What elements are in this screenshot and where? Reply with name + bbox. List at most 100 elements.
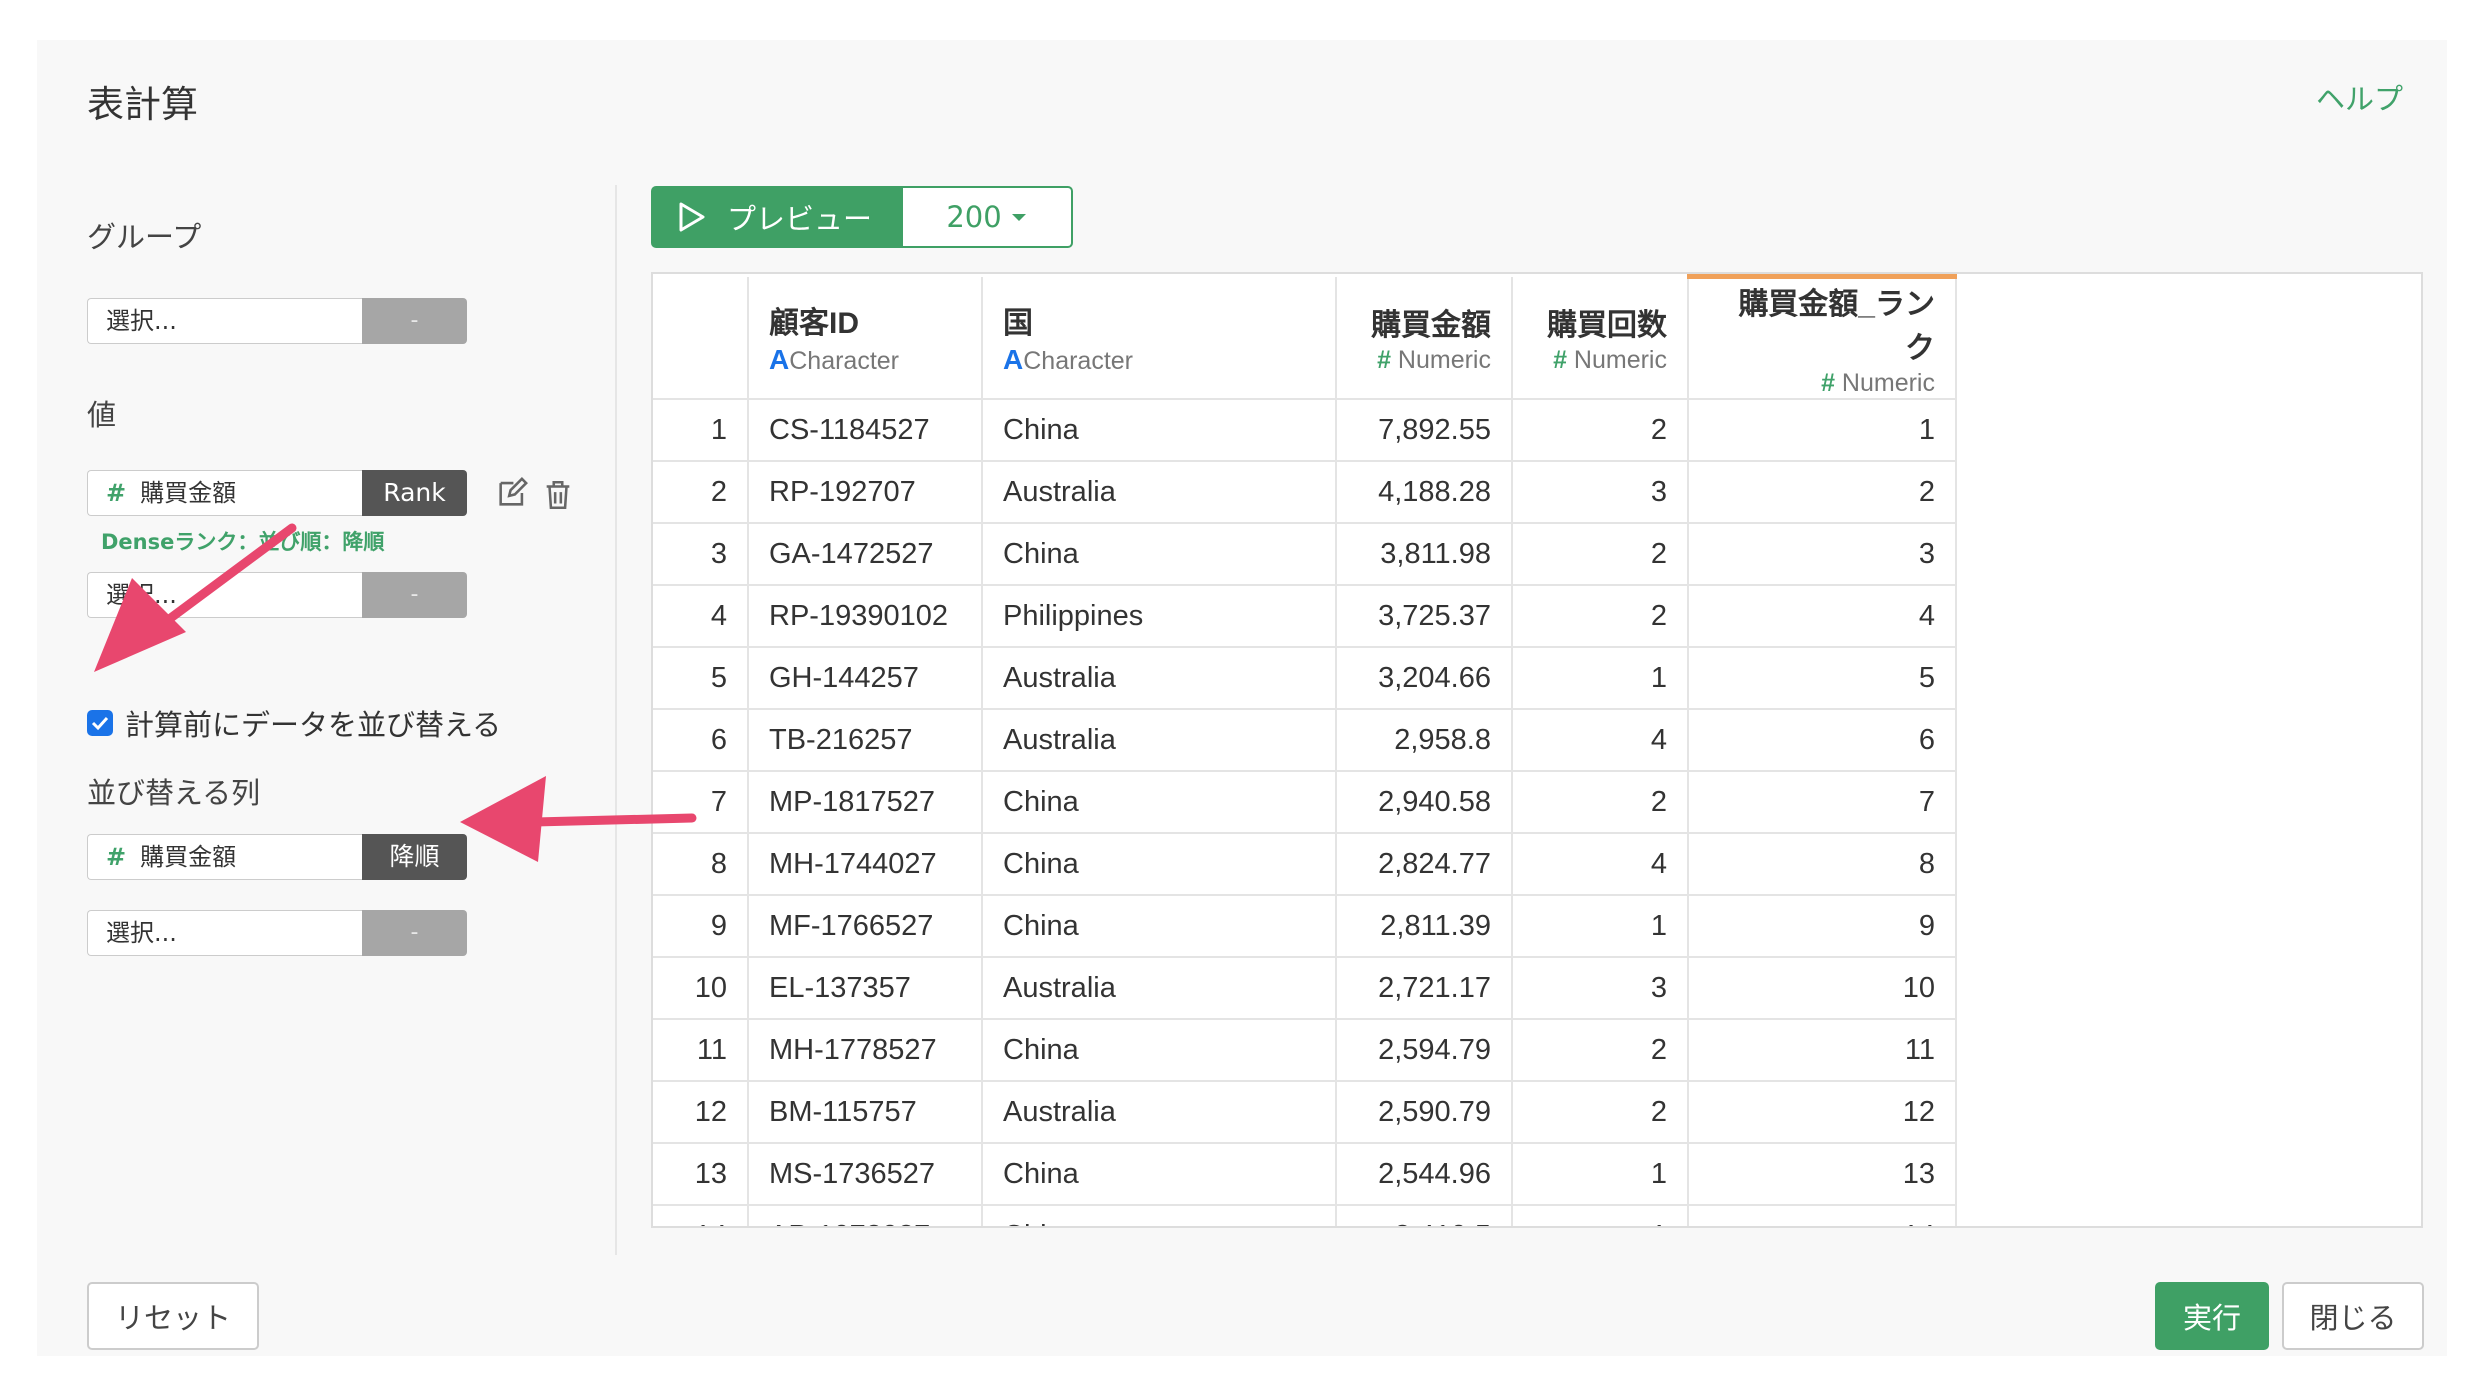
preview-limit-dropdown[interactable]: 200 [903, 186, 1073, 248]
play-icon [679, 202, 705, 232]
table-cell: 3,811.98 [1336, 523, 1513, 586]
table-cell: 7,892.55 [1336, 399, 1513, 462]
column-header-new[interactable]: 購買金額_ランク # Numeric [1688, 274, 1957, 400]
table-cell: Australia [982, 1081, 1337, 1144]
table-cell: 2,958.8 [1336, 709, 1513, 772]
row-number-cell: 12 [653, 1081, 749, 1144]
table-cell: 9 [1688, 895, 1957, 958]
table-cell: MH-1744027 [748, 833, 983, 896]
table-cell: 1 [1512, 647, 1689, 710]
table-cell: GH-144257 [748, 647, 983, 710]
sort-extra-select-button[interactable]: - [362, 910, 467, 956]
value-column-input[interactable]: # 購買金額 [87, 470, 381, 516]
table-cell: GA-1472527 [748, 523, 983, 586]
table-cell: China [982, 771, 1337, 834]
group-select-input[interactable]: 選択... [87, 298, 381, 344]
row-number-cell: 1 [653, 399, 749, 462]
table-cell: MH-1778527 [748, 1019, 983, 1082]
table-cell: 3 [1512, 461, 1689, 524]
value-extra-select-button[interactable]: - [362, 572, 467, 618]
table-cell: 2 [1512, 399, 1689, 462]
rank-setting-note: Denseランク：並び順：降順 [101, 530, 385, 554]
table-cell: 10 [1688, 957, 1957, 1020]
table-cell: China [982, 399, 1337, 462]
table-header-row: 顧客ID ACharacter 国 ACharacter 購買金額 # Nume… [653, 274, 1957, 400]
trash-icon[interactable] [541, 478, 575, 512]
value-function-button[interactable]: Rank [362, 470, 467, 516]
table-calculation-dialog: 表計算 ヘルプ グループ 選択... - 値 # 購買金額 Rank Denseラ… [37, 40, 2447, 1356]
table-row: 5 GH-144257 Australia 3,204.66 1 5 [653, 647, 1957, 710]
row-number-cell: 6 [653, 709, 749, 772]
table-cell: 2,590.79 [1336, 1081, 1513, 1144]
group-select-button[interactable]: - [362, 298, 467, 344]
preview-button[interactable]: プレビュー [651, 186, 903, 248]
table-row: 2 RP-192707 Australia 4,188.28 3 2 [653, 461, 1957, 524]
column-header[interactable]: 国 ACharacter [982, 276, 1337, 400]
table-row: 9 MF-1766527 China 2,811.39 1 9 [653, 895, 1957, 958]
column-header[interactable]: 購買回数 # Numeric [1512, 276, 1689, 400]
table-row: 7 MP-1817527 China 2,940.58 2 7 [653, 771, 1957, 834]
numeric-type-icon: # [1377, 345, 1391, 374]
table-row: 14AP-1072027China2,410.5114 [653, 1205, 1957, 1226]
column-name: 購買金額 [1371, 308, 1491, 342]
reset-button[interactable]: リセット [87, 1282, 259, 1350]
table-cell: 11 [1688, 1019, 1957, 1082]
table-cell: 4,188.28 [1336, 461, 1513, 524]
table-row: 8 MH-1744027 China 2,824.77 4 8 [653, 833, 1957, 896]
value-extra-select-input[interactable]: 選択... [87, 572, 381, 618]
table-cell: China [982, 523, 1337, 586]
table-cell: RP-19390102 [748, 585, 983, 648]
column-type: ACharacter [1003, 344, 1133, 376]
sort-extra-select-input[interactable]: 選択... [87, 910, 381, 956]
preview-table: 顧客ID ACharacter 国 ACharacter 購買金額 # Nume… [651, 272, 2423, 1228]
column-type: # Numeric [1821, 369, 1935, 397]
row-number-cell: 14 [653, 1205, 749, 1226]
table-cell: Australia [982, 709, 1337, 772]
edit-icon[interactable] [495, 476, 529, 510]
group-label: グループ [87, 220, 202, 254]
preview-label: プレビュー [727, 202, 873, 236]
table-cell: 2,940.58 [1336, 771, 1513, 834]
sort-before-calc-option[interactable]: 計算前にデータを並び替える [87, 702, 501, 744]
sort-column-input[interactable]: # 購買金額 [87, 834, 381, 880]
row-number-cell: 10 [653, 957, 749, 1020]
table-cell: Australia [982, 461, 1337, 524]
column-type: ACharacter [769, 344, 899, 376]
group-select[interactable]: 選択... - [87, 298, 469, 346]
table-row: 13 MS-1736527 China 2,544.96 1 13 [653, 1143, 1957, 1206]
help-link[interactable]: ヘルプ [2316, 76, 2403, 118]
run-button[interactable]: 実行 [2155, 1282, 2269, 1350]
data-table: 顧客ID ACharacter 国 ACharacter 購買金額 # Nume… [653, 274, 1957, 1226]
table-cell: 2 [1688, 461, 1957, 524]
column-header[interactable]: 購買金額 # Numeric [1336, 276, 1513, 400]
table-cell: Australia [982, 647, 1337, 710]
sort-extra-select[interactable]: 選択... - [87, 910, 469, 958]
column-name: 顧客ID [769, 307, 859, 341]
table-cell: 1 [1512, 1143, 1689, 1206]
table-row: 3 GA-1472527 China 3,811.98 2 3 [653, 523, 1957, 586]
table-cell: TB-216257 [748, 709, 983, 772]
table-cell: 3 [1688, 523, 1957, 586]
table-cell: 2 [1512, 1081, 1689, 1144]
numeric-type-icon: # [1821, 369, 1835, 397]
table-cell: China [982, 895, 1337, 958]
table-cell: Australia [982, 957, 1337, 1020]
value-extra-select[interactable]: 選択... - [87, 572, 469, 620]
table-cell: 5 [1688, 647, 1957, 710]
table-cell: 1 [1688, 399, 1957, 462]
table-cell: 4 [1512, 833, 1689, 896]
close-button[interactable]: 閉じる [2282, 1282, 2424, 1350]
row-number-cell: 13 [653, 1143, 749, 1206]
table-cell: China [982, 1019, 1337, 1082]
value-column-select[interactable]: # 購買金額 Rank [87, 470, 469, 518]
column-header[interactable]: 顧客ID ACharacter [748, 276, 983, 400]
sort-before-calc-checkbox[interactable] [87, 710, 113, 736]
table-cell: 2,721.17 [1336, 957, 1513, 1020]
caret-down-icon [1011, 214, 1026, 221]
row-number-cell: 5 [653, 647, 749, 710]
sort-order-button[interactable]: 降順 [362, 834, 467, 880]
sort-column-select[interactable]: # 購買金額 降順 [87, 834, 469, 882]
table-cell: 2 [1512, 585, 1689, 648]
table-cell: 2 [1512, 771, 1689, 834]
character-type-icon: A [769, 344, 790, 376]
